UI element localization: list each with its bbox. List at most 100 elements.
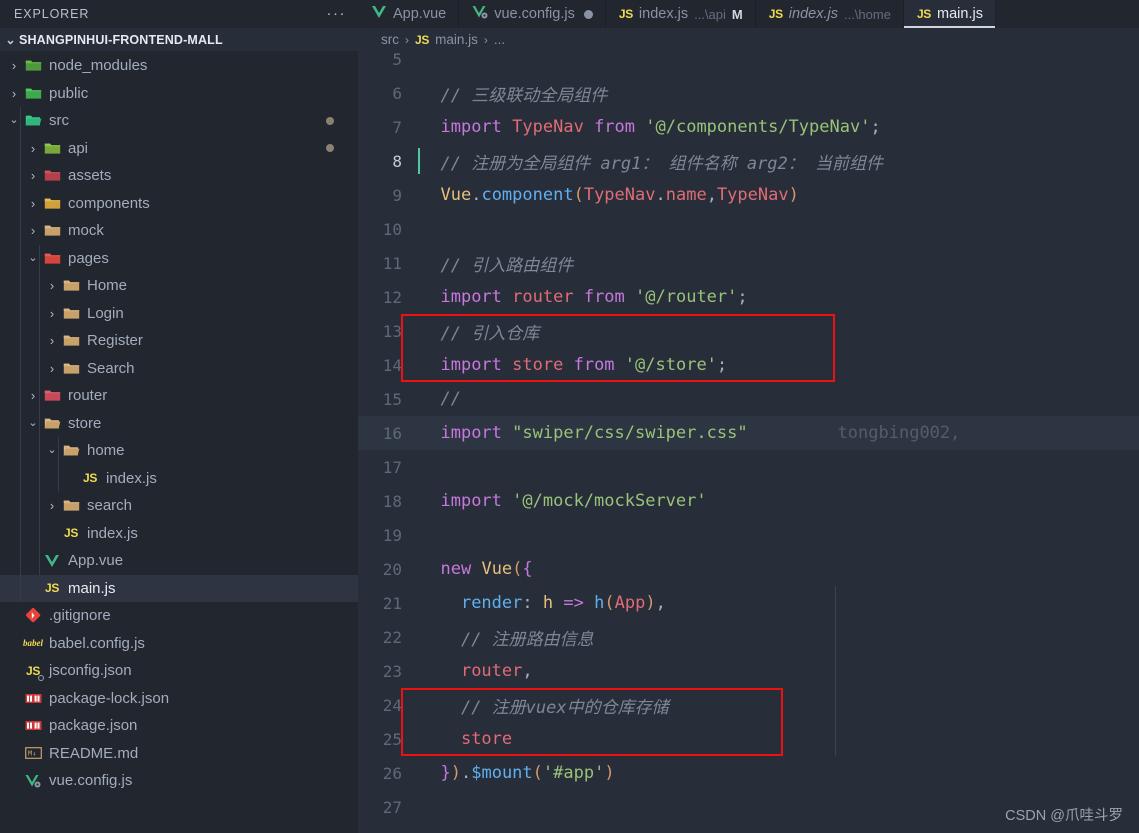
code-line[interactable]: 25 store [358, 722, 1139, 756]
code-line[interactable]: 9 Vue.component(TypeNav.name,TypeNav) [358, 178, 1139, 212]
breadcrumb-file[interactable]: main.js [435, 32, 478, 47]
tree-file-main-js[interactable]: JS main.js [0, 574, 358, 602]
tree-folder-src[interactable]: ⌄ src [0, 107, 358, 135]
code-line[interactable]: 23 router, [358, 654, 1139, 688]
tree-folder-register[interactable]: › Register [0, 327, 358, 355]
tab-label: main.js [937, 6, 983, 22]
editor-tab-app-vue[interactable]: App.vue [358, 0, 460, 28]
tree-folder-router[interactable]: › router [0, 382, 358, 410]
code-line[interactable]: 15 // [358, 382, 1139, 416]
workspace-root-row[interactable]: ⌄ SHANGPINHUI-FRONTEND-MALL [0, 28, 358, 51]
editor-tab-index-js[interactable]: JS index.js ...\api M [605, 0, 756, 28]
tree-item-label: router [68, 387, 108, 405]
code-line[interactable]: 17 [358, 450, 1139, 484]
tree-folder-pages[interactable]: ⌄ pages [0, 245, 358, 273]
tree-file-babel-config-js[interactable]: babel babel.config.js [0, 630, 358, 658]
tree-item-label: search [87, 497, 133, 515]
code-line[interactable]: 6 // 三级联动全局组件 [358, 76, 1139, 110]
tree-folder-home[interactable]: › Home [0, 272, 358, 300]
code-line[interactable]: 22 // 注册路由信息 [358, 620, 1139, 654]
file-tree[interactable]: › node_modules › public ⌄ src › api › assets… [0, 51, 358, 833]
chevron-right-icon: › [49, 305, 55, 321]
folder-icon [60, 498, 82, 513]
tree-item-label: home [87, 442, 125, 460]
js-file-icon: JS [768, 7, 783, 21]
public-folder-icon [22, 86, 44, 101]
editor-tab-main-js[interactable]: JS main.js [903, 0, 996, 28]
tree-file-package-lock-json[interactable]: package-lock.json [0, 685, 358, 713]
line-number: 8 [392, 151, 402, 171]
tree-folder-mock[interactable]: › mock [0, 217, 358, 245]
breadcrumb-separator-icon: › [405, 32, 409, 47]
code-line[interactable]: 7 import TypeNav from '@/components/Type… [358, 110, 1139, 144]
code-line[interactable]: 24 // 注册vuex中的仓库存储 [358, 688, 1139, 722]
tree-folder-login[interactable]: › Login [0, 300, 358, 328]
tree-file-index-js[interactable]: JS index.js [0, 465, 358, 493]
code-line[interactable]: 8 // 注册为全局组件 arg1： 组件名称 arg2： 当前组件 [358, 144, 1139, 178]
tree-file-app-vue[interactable]: App.vue [0, 547, 358, 575]
tree-file-package-json[interactable]: package.json [0, 712, 358, 740]
code-line[interactable]: 5 [358, 51, 1139, 76]
editor-tab-vue-config-js[interactable]: vue.config.js [459, 0, 606, 28]
code-line[interactable]: 21 render: h => h(App), [358, 586, 1139, 620]
tree-folder-node-modules[interactable]: › node_modules [0, 52, 358, 80]
code-editor[interactable]: 56 // 三级联动全局组件 7 import TypeNav from '@/c… [358, 51, 1139, 833]
tree-folder-store[interactable]: ⌄ store [0, 410, 358, 438]
tab-unsaved-dot-icon[interactable] [583, 9, 593, 19]
tree-folder-api[interactable]: › api [0, 135, 358, 163]
tree-file-readme-md[interactable]: M↓ README.md [0, 740, 358, 768]
breadcrumb-folder[interactable]: src [381, 32, 399, 47]
more-actions-icon[interactable]: ··· [327, 6, 347, 21]
code-line[interactable]: 14 import store from '@/store'; [358, 348, 1139, 382]
line-number: 9 [392, 185, 402, 205]
api-folder-icon [41, 141, 63, 156]
tree-folder-public[interactable]: › public [0, 80, 358, 108]
breadcrumb[interactable]: src › JS main.js › ... [358, 28, 1139, 51]
editor-tabbar[interactable]: App.vue vue.config.js JS index.js ...\api M JS… [358, 0, 1139, 28]
line-number: 21 [382, 593, 402, 613]
code-line[interactable]: 12 import router from '@/router'; [358, 280, 1139, 314]
breadcrumb-ellipsis[interactable]: ... [494, 32, 505, 47]
code-line[interactable]: 20 new Vue({ [358, 552, 1139, 586]
tree-file-vue-config-js[interactable]: vue.config.js [0, 767, 358, 795]
line-number: 18 [382, 491, 402, 511]
code-line[interactable]: 26 }).$mount('#app') [358, 756, 1139, 790]
tree-item-label: App.vue [68, 552, 124, 570]
code-line[interactable]: 10 [358, 212, 1139, 246]
line-number: 15 [382, 389, 402, 409]
tree-file-jsconfig-json[interactable]: JS jsconfig.json [0, 657, 358, 685]
code-line[interactable]: 18 import '@/mock/mockServer' [358, 484, 1139, 518]
folder-icon [41, 223, 63, 238]
tree-folder-components[interactable]: › components [0, 190, 358, 218]
code-text: import '@/mock/mockServer' [440, 491, 707, 511]
tree-file-gitignore[interactable]: .gitignore [0, 602, 358, 630]
editor-tab-index-js[interactable]: JS index.js ...\home [755, 0, 904, 28]
line-number: 14 [382, 355, 402, 375]
tree-folder-search[interactable]: › Search [0, 355, 358, 383]
tree-folder-search[interactable]: › search [0, 492, 358, 520]
tab-path: ...\home [843, 6, 891, 22]
tree-item-label: index.js [106, 469, 157, 487]
code-text: // [440, 389, 461, 409]
code-line[interactable]: 13 // 引入仓库 [358, 314, 1139, 348]
tree-item-label: vue.config.js [49, 772, 133, 790]
tab-path: ...\api [694, 6, 726, 22]
tree-file-index-js[interactable]: JS index.js [0, 520, 358, 548]
code-line[interactable]: 19 [358, 518, 1139, 552]
code-line[interactable]: 11 // 引入路由组件 [358, 246, 1139, 280]
line-number: 13 [382, 321, 402, 341]
git-file-icon [22, 608, 44, 623]
code-line[interactable]: 16 import "swiper/css/swiper.css" tongbin… [358, 416, 1139, 450]
code-text: // 引入路由组件 [440, 255, 574, 276]
line-number: 26 [382, 763, 402, 783]
code-lines[interactable]: 56 // 三级联动全局组件 7 import TypeNav from '@/c… [358, 51, 1139, 824]
tree-folder-home[interactable]: ⌄ home [0, 437, 358, 465]
tree-folder-assets[interactable]: › assets [0, 162, 358, 190]
tree-item-label: babel.config.js [49, 634, 145, 652]
line-number: 12 [382, 287, 402, 307]
